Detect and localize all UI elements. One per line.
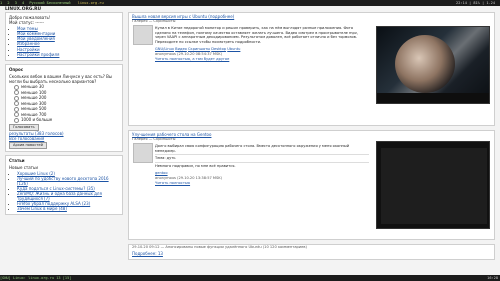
settings-menu: Настройки Настройки профиля — [17, 47, 119, 57]
tag-link[interactable]: Ubuntu — [227, 47, 240, 51]
screenshot-thumbnail[interactable] — [376, 26, 490, 104]
screenshot-thumbnail[interactable] — [376, 141, 490, 229]
tag-link[interactable]: Видео — [175, 47, 187, 51]
bottom-left-status: [GNU] Linux: linux.org.ru 13 [15] — [0, 276, 72, 280]
player-controls — [377, 93, 489, 103]
articles-list: Хорошие Linux (2) Лучший по удобству нов… — [17, 171, 119, 211]
photo-subject — [395, 35, 455, 93]
user-box: Добро пожаловать! Мой статус: ------ Мои… — [5, 12, 123, 61]
tag-link[interactable]: Скриншоты — [188, 47, 210, 51]
workspace-4[interactable]: 4 — [22, 1, 24, 5]
top-status-bar: 1 2 3 4 Русский Бесконечный linux.org.ru… — [0, 0, 500, 6]
workspace-1[interactable]: 1 — [0, 1, 2, 5]
url-text[interactable]: linux.org.ru — [78, 1, 104, 5]
menu-profile-settings[interactable]: Настройки профиля — [17, 52, 119, 57]
post-body: Долго выбирал свою конфигурацию рабочего… — [129, 142, 372, 171]
poll-question: Скольких вебок в вашем Линуксе у вас ест… — [9, 74, 112, 84]
tag-link[interactable]: GNU/Linux — [155, 47, 174, 51]
vote-button[interactable]: Голосовать — [9, 123, 39, 131]
poll-title: Опрос — [9, 67, 24, 72]
news-post: Вышла новая версия игры с Ubuntu (подроб… — [128, 12, 495, 126]
tag-link[interactable]: gentoo — [155, 171, 168, 175]
left-sidebar: Добро пожаловать! Мой статус: ------ Мои… — [5, 12, 123, 218]
article-item[interactable]: Лучший по удобству нового десктопа 2016 … — [17, 176, 119, 186]
workspace-3[interactable]: 3 — [15, 1, 17, 5]
clock: 16:28 — [487, 276, 498, 280]
articles-title: Статьи — [9, 157, 25, 163]
workspace-2[interactable]: 2 — [7, 1, 9, 5]
article-item[interactable]: ZeroMQ: Жизнь и одна база данных для тру… — [17, 191, 119, 201]
bottom-status-bar: [GNU] Linux: linux.org.ru 13 [15] 16:28 — [0, 275, 500, 281]
news-post: Улучшения рабочего стола на Gentoo Галер… — [128, 130, 495, 240]
my-status: Мой статус: ------ — [9, 20, 44, 25]
articles-subtitle: Новые статьи — [9, 164, 38, 170]
poll-box: Опрос Скольких вебок в вашем Линуксе у в… — [5, 64, 123, 152]
user-menu: Мои темы Мои комментарии Мои уведомления… — [17, 26, 119, 46]
avatar[interactable] — [133, 143, 153, 163]
article-item[interactable]: Зачем Linux в мире (48) — [17, 206, 119, 211]
radio-icon[interactable] — [14, 84, 19, 90]
post-title[interactable]: Подробнее: 13 — [129, 250, 494, 256]
system-status: 22:14 | 81% | 1.24 — [456, 1, 495, 5]
menu-favorites[interactable]: Избранное — [17, 41, 119, 46]
archive-button[interactable]: Архив новостей — [9, 141, 47, 149]
window-title: Русский Бесконечный — [29, 1, 71, 5]
avatar[interactable] — [133, 25, 153, 45]
radio-icon[interactable] — [14, 106, 19, 112]
radio-icon[interactable] — [14, 95, 19, 101]
poll-option[interactable]: 1000 и больше — [14, 117, 119, 123]
all-polls-link[interactable]: Все голосования — [9, 136, 44, 141]
post-body: Купил в Китае недорогой монитор и решил … — [155, 26, 359, 44]
news-post: 29.10.20 09:12 — Анонсированы новые функ… — [128, 244, 495, 260]
main-content: Вышла новая версия игры с Ubuntu (подроб… — [128, 12, 495, 264]
tag-link[interactable]: Desktop — [211, 47, 226, 51]
terminal-preview — [381, 148, 487, 224]
articles-box: Статьи Новые статьи Хорошие Linux (2) Лу… — [5, 154, 123, 215]
radio-icon[interactable] — [14, 117, 19, 123]
